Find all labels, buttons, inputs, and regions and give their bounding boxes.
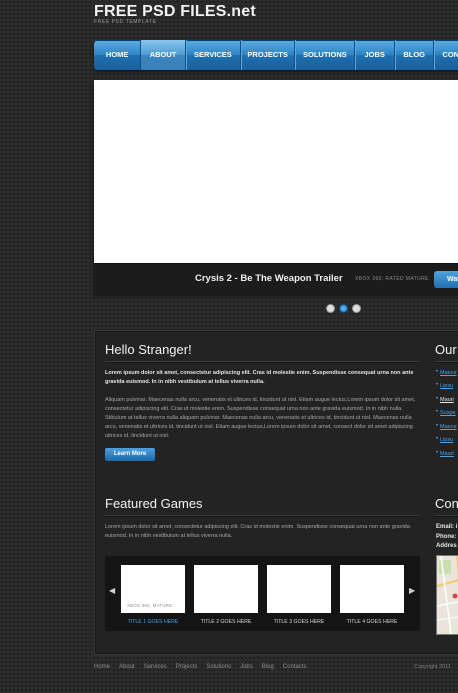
welcome-body: Aliquam pulvinar. Maecenas nulla arcu, v… xyxy=(105,397,416,439)
footer-link-projects[interactable]: Projects xyxy=(176,664,198,670)
footer-link-solutions[interactable]: Solutions xyxy=(206,664,231,670)
game-title-3[interactable]: TITLE 3 GOES HERE xyxy=(267,619,331,625)
nav-item-blog[interactable]: BLOG xyxy=(395,40,435,70)
footer-link-contacts[interactable]: Contacts xyxy=(283,664,307,670)
footer-link-home[interactable]: Home xyxy=(94,664,110,670)
site-tagline: FREE PSD TEMPLATE xyxy=(94,19,157,25)
game-thumbnail-meta: XBOX 360, MATURE xyxy=(127,603,173,608)
nav-item-about[interactable]: ABOUT xyxy=(141,40,186,70)
featured-description: Lorem ipsum dolor sit amet, consectetur … xyxy=(105,524,410,539)
featured-video-slider[interactable] xyxy=(94,80,458,294)
game-title-1[interactable]: TITLE 1 GOES HERE xyxy=(121,619,185,625)
sidebar-heading: Our xyxy=(435,342,457,357)
game-title-2[interactable]: TITLE 2 GOES HERE xyxy=(194,619,258,625)
bullet-icon: • xyxy=(436,382,439,388)
slider-dot-3[interactable] xyxy=(352,304,361,313)
contact-heading: Con xyxy=(435,496,458,511)
bullet-icon: • xyxy=(436,423,439,429)
nav-item-jobs[interactable]: JOBS xyxy=(355,40,395,70)
featured-games-heading: Featured Games xyxy=(105,496,203,511)
nav-item-contacts[interactable]: CON xyxy=(434,40,458,70)
bullet-icon: • xyxy=(436,396,439,402)
welcome-intro: Lorem ipsum dolor sit amet, consectetur … xyxy=(105,370,414,385)
game-thumbnail-4[interactable] xyxy=(340,565,404,613)
featured-divider xyxy=(105,515,420,517)
sidebar-link-2[interactable]: Lipsu xyxy=(440,383,453,389)
contact-email: Email: i xyxy=(436,524,458,530)
learn-more-button[interactable]: Learn More xyxy=(105,448,155,461)
slider-caption-title: Crysis 2 - Be The Weapon Trailer xyxy=(195,273,343,284)
footer-nav: Home About Services Projects Solutions J… xyxy=(94,664,315,670)
welcome-divider xyxy=(105,361,420,363)
carousel-next-icon[interactable]: ▶ xyxy=(409,586,415,595)
bullet-icon: • xyxy=(436,450,439,456)
sidebar-link-7[interactable]: Mauri xyxy=(440,451,454,457)
sidebar-link-5[interactable]: Maece xyxy=(440,424,457,430)
copyright-text: Copyright 2011 xyxy=(414,664,451,670)
location-map[interactable] xyxy=(436,555,458,635)
sidebar-link-6[interactable]: Lipsu xyxy=(440,437,453,443)
footer-link-services[interactable]: Services xyxy=(144,664,167,670)
nav-item-solutions[interactable]: SOLUTIONS xyxy=(295,40,356,70)
slider-dot-1[interactable] xyxy=(326,304,335,313)
bullet-icon: • xyxy=(436,436,439,442)
footer-link-blog[interactable]: Blog xyxy=(262,664,274,670)
game-thumbnail-2[interactable] xyxy=(194,565,258,613)
nav-item-projects[interactable]: PROJECTS xyxy=(241,40,296,70)
footer-link-about[interactable]: About xyxy=(119,664,135,670)
contact-divider xyxy=(435,515,458,517)
contact-address: Addres xyxy=(436,543,457,549)
game-title-4[interactable]: TITLE 4 GOES HERE xyxy=(340,619,404,625)
sidebar-divider xyxy=(435,361,458,363)
slider-dot-2[interactable] xyxy=(339,304,348,313)
sidebar-link-1[interactable]: Maece xyxy=(440,370,457,376)
sidebar-link-3[interactable]: Mauri xyxy=(440,397,454,403)
main-nav: HOME ABOUT SERVICES PROJECTS SOLUTIONS J… xyxy=(94,40,458,70)
nav-item-home[interactable]: HOME xyxy=(94,40,142,70)
footer-link-jobs[interactable]: Jobs xyxy=(240,664,253,670)
contact-phone: Phone: xyxy=(436,534,457,540)
map-graphic xyxy=(437,556,458,634)
nav-item-services[interactable]: SERVICES xyxy=(186,40,242,70)
game-thumbnail-3[interactable] xyxy=(267,565,331,613)
welcome-heading: Hello Stranger! xyxy=(105,342,192,357)
sidebar-link-4[interactable]: Suspe xyxy=(440,410,456,416)
bullet-icon: • xyxy=(436,369,439,375)
bullet-icon: • xyxy=(436,409,439,415)
slider-caption-meta: XBOX 360, RATED MATURE xyxy=(355,276,429,282)
watch-button[interactable]: Wat xyxy=(434,271,458,288)
carousel-prev-icon[interactable]: ◀ xyxy=(109,586,115,595)
